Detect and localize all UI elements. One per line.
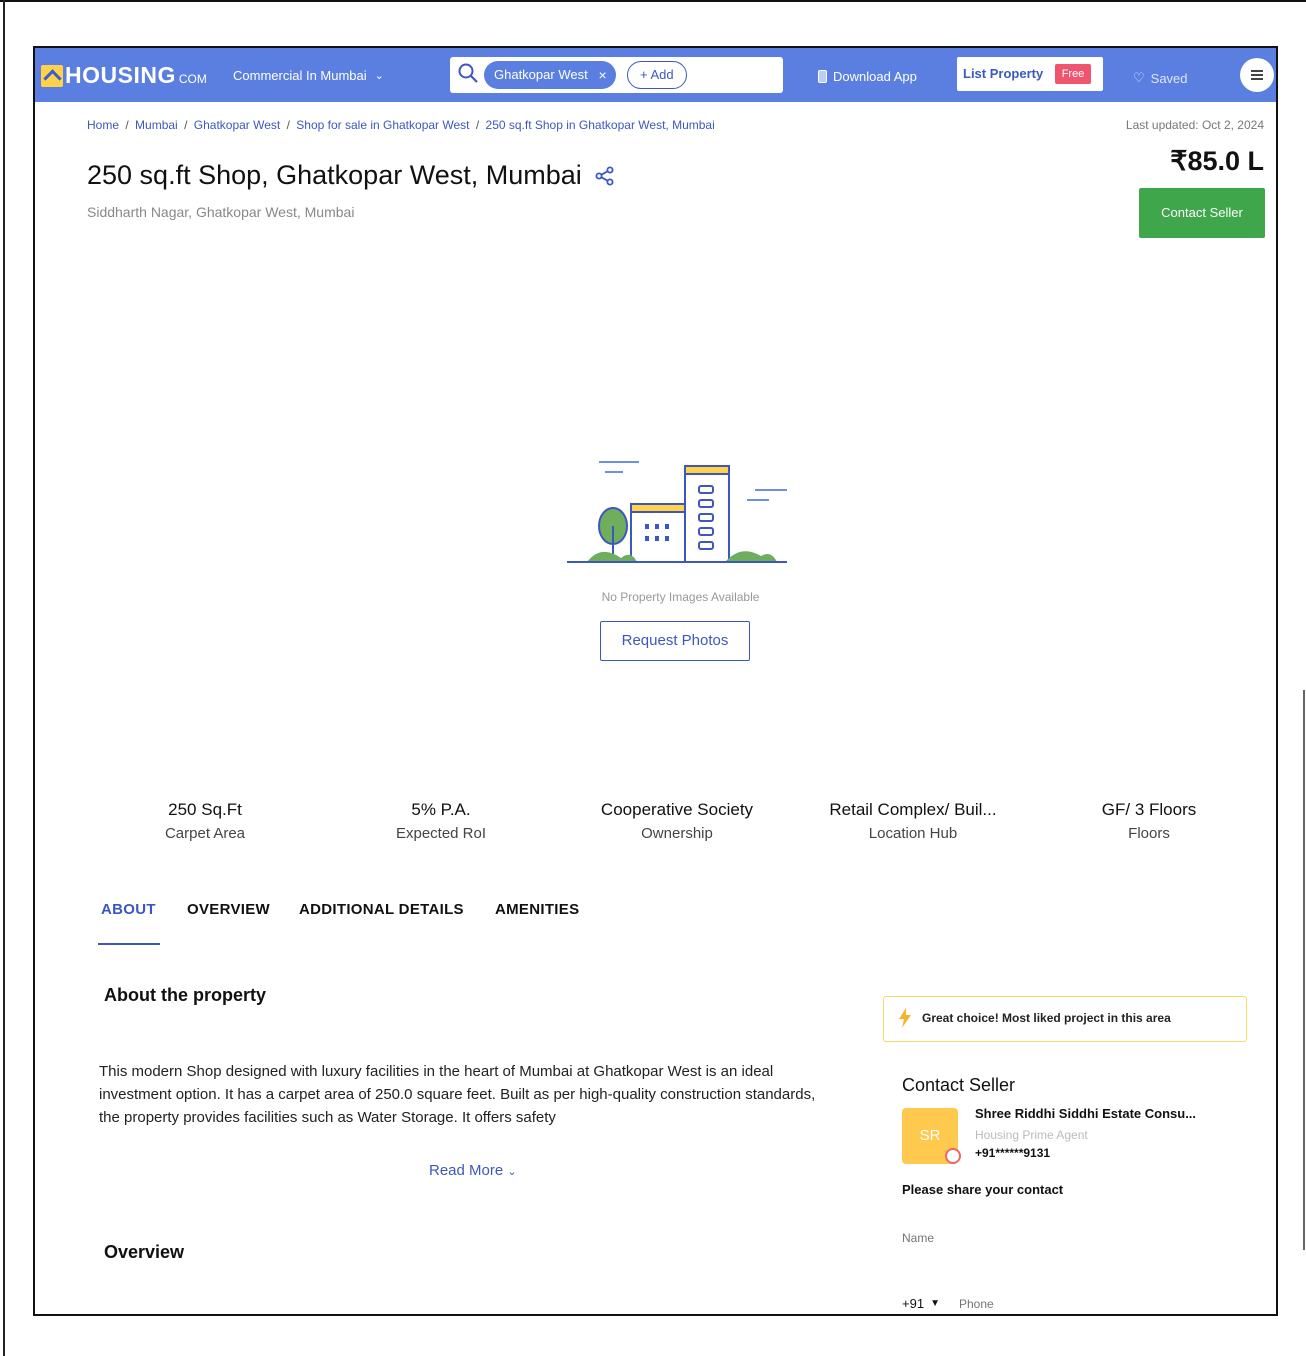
lightning-bolt-icon bbox=[899, 1008, 911, 1028]
mobile-phone-icon bbox=[818, 70, 827, 83]
breadcrumb-separator: / bbox=[475, 118, 480, 132]
page-left-border bbox=[3, 0, 5, 1356]
active-tab-indicator bbox=[98, 943, 160, 945]
agent-name[interactable]: Shree Riddhi Siddhi Estate Consu... bbox=[975, 1106, 1196, 1121]
agent-role: Housing Prime Agent bbox=[975, 1128, 1088, 1142]
stat-ownership: Cooperative Society Ownership bbox=[559, 800, 795, 842]
housing-logo[interactable]: HOUSING COM bbox=[41, 62, 207, 89]
about-heading: About the property bbox=[104, 985, 266, 1005]
prime-badge-icon bbox=[945, 1148, 961, 1164]
great-choice-text: Great choice! Most liked project in this… bbox=[922, 1011, 1171, 1025]
stat-value: Cooperative Society bbox=[600, 800, 754, 819]
saved-link[interactable]: ♡ Saved bbox=[1133, 70, 1188, 86]
logo-text: HOUSING bbox=[65, 62, 176, 88]
top-nav-bar: HOUSING COM Commercial In Mumbai ⌄ Ghatk… bbox=[35, 48, 1276, 102]
read-more-link[interactable]: Read More ⌄ bbox=[429, 1162, 517, 1179]
listing-price: ₹85.0 L bbox=[1170, 146, 1264, 176]
breadcrumb-home[interactable]: Home bbox=[87, 118, 119, 132]
contact-seller-heading: Contact Seller bbox=[902, 1075, 1016, 1095]
tab-about[interactable]: ABOUT bbox=[101, 901, 156, 918]
add-locality-button[interactable]: + Add bbox=[627, 61, 687, 89]
contact-seller-button[interactable]: Contact Seller bbox=[1139, 188, 1265, 238]
download-app-link[interactable]: Download App bbox=[818, 69, 917, 84]
breadcrumb-category[interactable]: Shop for sale in Ghatkopar West bbox=[296, 118, 469, 132]
logo-suffix: COM bbox=[178, 72, 207, 86]
phone-field[interactable] bbox=[959, 1292, 1219, 1314]
search-icon[interactable] bbox=[458, 63, 478, 83]
page-top-border bbox=[0, 0, 1306, 2]
page-title: 250 sq.ft Shop, Ghatkopar West, Mumbai bbox=[87, 160, 616, 191]
stat-label: Carpet Area bbox=[164, 825, 246, 842]
list-property-label: List Property bbox=[963, 66, 1044, 81]
no-images-text: No Property Images Available bbox=[601, 590, 760, 604]
menu-icon-bar bbox=[1251, 70, 1263, 72]
category-label: Commercial In Mumbai bbox=[233, 68, 367, 83]
saved-label: Saved bbox=[1150, 70, 1188, 86]
read-more-label: Read More bbox=[429, 1162, 504, 1179]
menu-icon-bar bbox=[1251, 78, 1263, 80]
stat-value: 5% P.A. bbox=[411, 800, 471, 819]
property-highlights: 250 Sq.Ft Carpet Area 5% P.A. Expected R… bbox=[87, 800, 1267, 850]
breadcrumb-separator: / bbox=[125, 118, 129, 132]
stat-carpet-area: 250 Sq.Ft Carpet Area bbox=[87, 800, 323, 842]
download-app-label: Download App bbox=[833, 69, 917, 84]
hamburger-menu-button[interactable] bbox=[1240, 58, 1274, 92]
house-logo-icon bbox=[41, 64, 63, 87]
heart-icon: ♡ bbox=[1133, 70, 1145, 85]
locality-chip[interactable]: Ghatkopar West × bbox=[484, 61, 616, 89]
breadcrumb-separator: / bbox=[286, 118, 290, 132]
tab-additional-details[interactable]: ADDITIONAL DETAILS bbox=[299, 901, 464, 918]
overview-heading: Overview bbox=[104, 1242, 185, 1262]
chevron-down-icon: ⌄ bbox=[507, 1166, 517, 1178]
stat-label: Location Hub bbox=[868, 825, 958, 842]
breadcrumb: Home / Mumbai / Ghatkopar West / Shop fo… bbox=[87, 118, 715, 132]
stat-label: Expected RoI bbox=[395, 825, 487, 842]
stat-floors: GF/ 3 Floors Floors bbox=[1031, 800, 1267, 842]
breadcrumb-locality[interactable]: Ghatkopar West bbox=[194, 118, 280, 132]
stat-label: Floors bbox=[1128, 825, 1170, 842]
browser-viewport: HOUSING COM Commercial In Mumbai ⌄ Ghatk… bbox=[33, 46, 1278, 1316]
tab-amenities[interactable]: AMENITIES bbox=[495, 901, 579, 918]
listing-address: Siddharth Nagar, Ghatkopar West, Mumbai bbox=[87, 204, 355, 220]
page-right-border bbox=[1303, 690, 1305, 1250]
country-code-select[interactable]: +91 ▼ bbox=[902, 1296, 940, 1311]
list-property-button[interactable]: List Property Free bbox=[957, 57, 1103, 91]
chevron-down-icon: ⌄ bbox=[374, 70, 384, 82]
name-field[interactable] bbox=[902, 1226, 1222, 1250]
locality-chip-label: Ghatkopar West bbox=[494, 67, 588, 82]
share-contact-prompt: Please share your contact bbox=[902, 1182, 1064, 1197]
share-icon[interactable] bbox=[594, 165, 616, 187]
stat-expected-roi: 5% P.A. Expected RoI bbox=[323, 800, 559, 842]
breadcrumb-city[interactable]: Mumbai bbox=[135, 118, 178, 132]
listing-title: 250 sq.ft Shop, Ghatkopar West, Mumbai bbox=[87, 160, 582, 190]
menu-icon-bar bbox=[1251, 74, 1263, 76]
great-choice-banner: Great choice! Most liked project in this… bbox=[883, 996, 1247, 1042]
breadcrumb-current[interactable]: 250 sq.ft Shop in Ghatkopar West, Mumbai bbox=[486, 118, 715, 132]
stat-value: Retail Complex/ Buil... bbox=[829, 800, 997, 819]
caret-down-icon: ▼ bbox=[930, 1298, 940, 1309]
stat-label: Ownership bbox=[641, 825, 713, 842]
country-code-value: +91 bbox=[902, 1296, 925, 1311]
request-photos-button[interactable]: Request Photos bbox=[600, 621, 750, 661]
search-bar[interactable]: Ghatkopar West × + Add bbox=[450, 57, 783, 93]
stat-value: 250 Sq.Ft bbox=[168, 800, 242, 819]
stat-value: GF/ 3 Floors bbox=[1101, 800, 1197, 819]
breadcrumb-separator: / bbox=[184, 118, 188, 132]
close-icon[interactable]: × bbox=[599, 61, 607, 89]
about-description: This modern Shop designed with luxury fa… bbox=[99, 1063, 816, 1126]
free-badge: Free bbox=[1055, 64, 1091, 84]
last-updated-text: Last updated: Oct 2, 2024 bbox=[1125, 118, 1264, 132]
agent-phone: +91******9131 bbox=[975, 1146, 1051, 1160]
no-images-illustration bbox=[567, 461, 787, 563]
tab-overview[interactable]: OVERVIEW bbox=[187, 901, 270, 918]
category-dropdown[interactable]: Commercial In Mumbai ⌄ bbox=[233, 68, 384, 83]
stat-location-hub: Retail Complex/ Buil... Location Hub bbox=[795, 800, 1031, 842]
